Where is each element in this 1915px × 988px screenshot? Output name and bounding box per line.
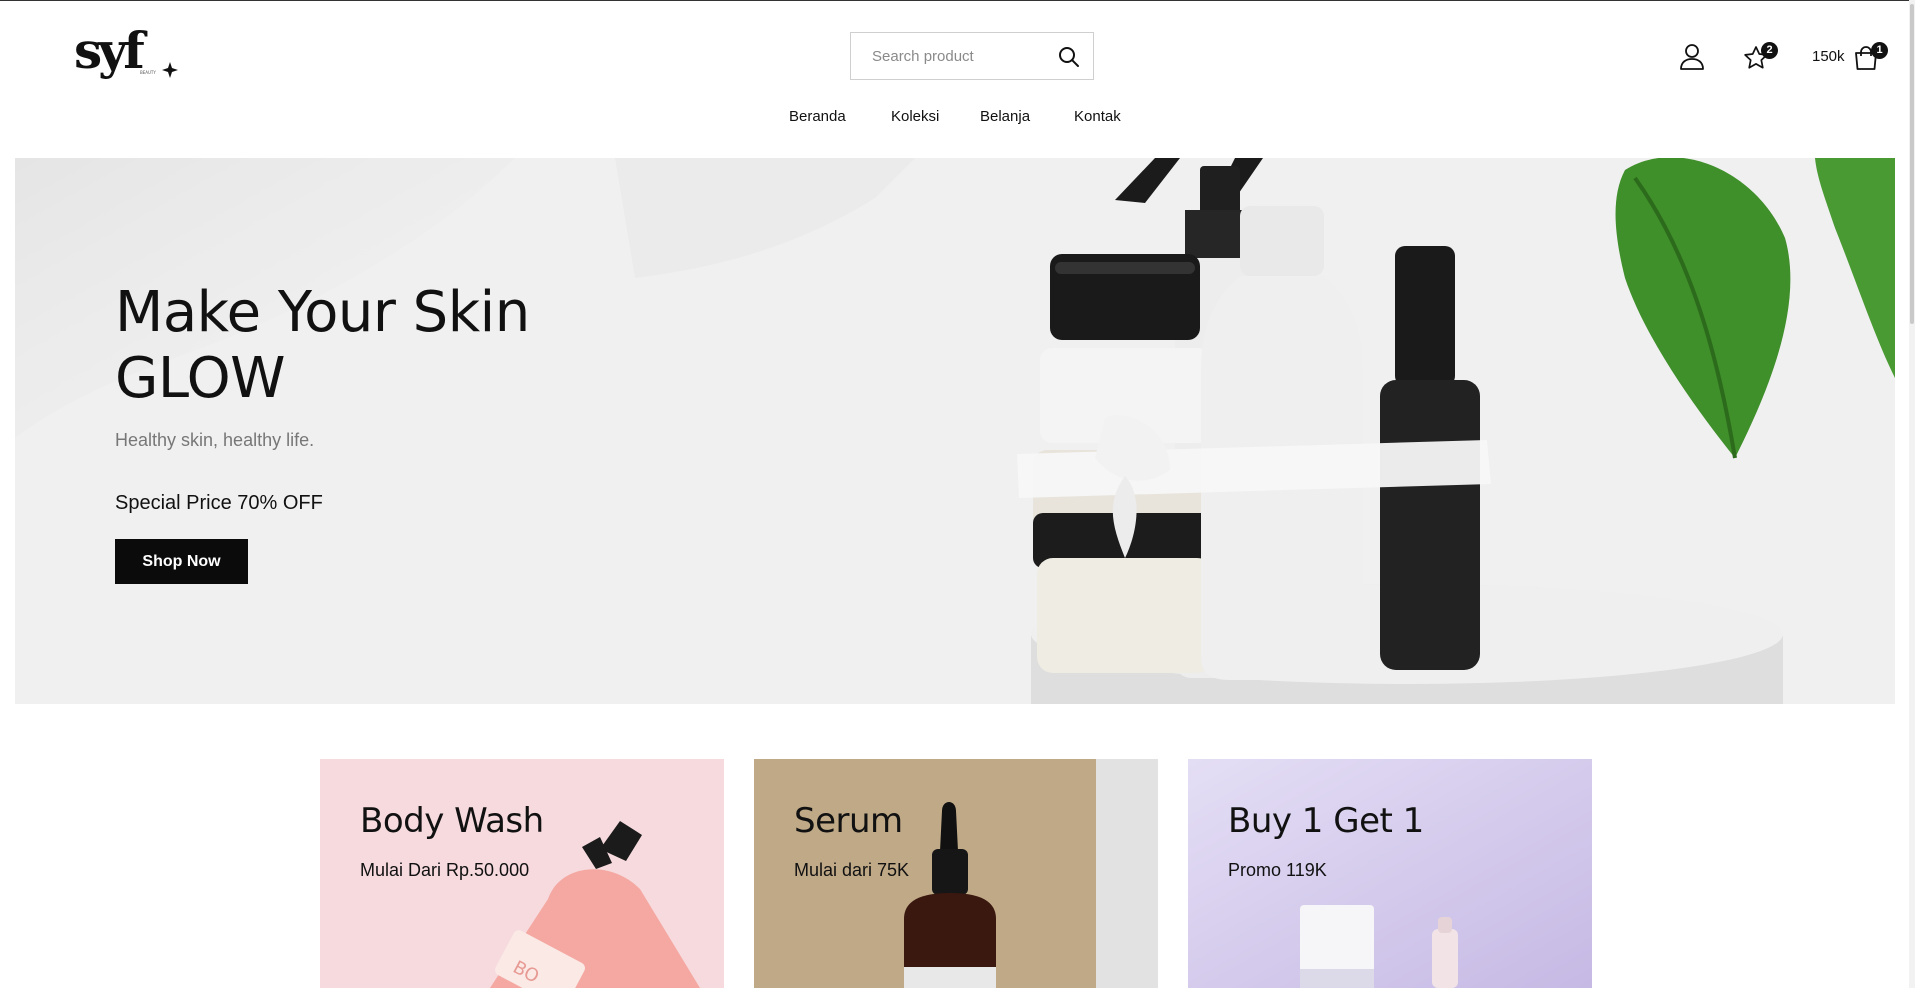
category-card-serum[interactable]: Serum Mulai dari 75K bbox=[754, 759, 1158, 988]
card-title: Body Wash bbox=[360, 801, 544, 841]
card-subtitle: Promo 119K bbox=[1228, 860, 1327, 880]
category-card-buy-1-get-1[interactable]: Buy 1 Get 1 Promo 119K bbox=[1188, 759, 1592, 988]
card-subtitle: Mulai dari 75K bbox=[794, 860, 910, 880]
nav-link-belanja[interactable]: Belanja bbox=[980, 108, 1030, 125]
wishlist-button[interactable]: 2 bbox=[1742, 40, 1778, 72]
user-icon[interactable] bbox=[1678, 42, 1706, 70]
svg-text:syf: syf bbox=[74, 22, 148, 80]
hero-product-image bbox=[1017, 158, 1895, 704]
svg-text:BEAUTY: BEAUTY bbox=[140, 70, 156, 75]
hero-title-line-2: GLOW bbox=[115, 346, 286, 411]
cart-total: 150k bbox=[1812, 48, 1845, 65]
card-title: Buy 1 Get 1 bbox=[1228, 801, 1424, 841]
window-top-border bbox=[0, 0, 1915, 1]
brand-logo[interactable]: syf BEAUTY bbox=[72, 22, 184, 88]
shop-now-button[interactable]: Shop Now bbox=[115, 539, 248, 584]
card-title: Serum bbox=[794, 801, 903, 841]
nav-link-koleksi[interactable]: Koleksi bbox=[891, 108, 939, 125]
hero-banner: Make Your Skin GLOW Healthy skin, health… bbox=[15, 158, 1895, 704]
nav-link-beranda[interactable]: Beranda bbox=[789, 108, 846, 125]
cart-count-badge: 1 bbox=[1871, 42, 1888, 59]
card-subtitle: Mulai Dari Rp.50.000 bbox=[360, 860, 530, 880]
search-icon[interactable] bbox=[1057, 45, 1081, 69]
scrollbar-thumb[interactable] bbox=[1910, 4, 1914, 324]
wishlist-count-badge: 2 bbox=[1761, 42, 1778, 59]
page-scrollbar[interactable] bbox=[1909, 0, 1915, 988]
hero-title: Make Your Skin GLOW bbox=[115, 280, 530, 412]
search-input[interactable] bbox=[851, 33, 1051, 79]
search-box[interactable] bbox=[850, 32, 1094, 80]
category-card-body-wash[interactable]: BO Body Wash Mulai Dari Rp.50.000 bbox=[320, 759, 724, 988]
main-nav: Beranda Koleksi Belanja Kontak bbox=[0, 108, 1915, 128]
cart-button[interactable]: 1 bbox=[1852, 40, 1888, 72]
hero-title-line-1: Make Your Skin bbox=[115, 280, 530, 345]
hero-price-text: Special Price 70% OFF bbox=[115, 492, 323, 514]
nav-link-kontak[interactable]: Kontak bbox=[1074, 108, 1121, 125]
hero-subtitle: Healthy skin, healthy life. bbox=[115, 430, 315, 450]
